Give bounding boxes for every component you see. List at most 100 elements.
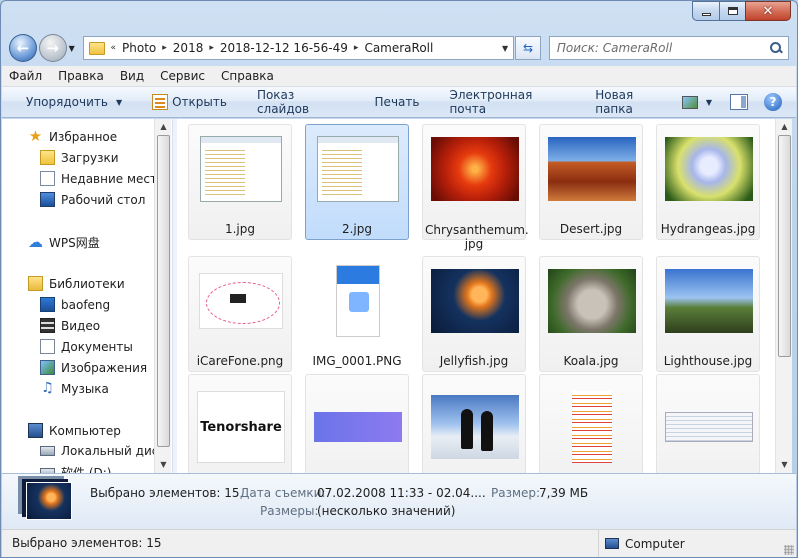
- breadcrumb-overflow[interactable]: «: [109, 43, 119, 53]
- file-item[interactable]: Koala.jpg: [539, 256, 643, 372]
- screenshot-thumbnail: [317, 136, 399, 202]
- scroll-up-icon[interactable]: ▲: [776, 119, 793, 135]
- cloud-icon: ☁: [28, 233, 43, 251]
- sidebar-item-libraries[interactable]: Библиотеки: [28, 276, 125, 291]
- slideshow-button[interactable]: Показ слайдов: [239, 88, 357, 116]
- menu-file[interactable]: Файл: [9, 69, 42, 83]
- preview-pane-icon[interactable]: [730, 94, 749, 110]
- forward-arrow-icon: →: [46, 39, 59, 57]
- help-icon[interactable]: ?: [764, 93, 783, 111]
- scrollbar-thumb[interactable]: [157, 135, 170, 447]
- breadcrumb-separator-icon[interactable]: ▸: [160, 43, 169, 53]
- back-button[interactable]: ←: [9, 34, 37, 62]
- file-name: 1.jpg: [224, 222, 256, 236]
- sidebar-item-documents[interactable]: Документы: [40, 339, 133, 354]
- date-taken-value[interactable]: 07.02.2008 11:33 - 02.04....: [317, 486, 486, 500]
- new-folder-button[interactable]: Новая папка: [577, 88, 682, 116]
- pictures-library-icon: [40, 360, 55, 375]
- dimensions-value[interactable]: (несколько значений): [317, 504, 455, 518]
- thumbnail: [314, 383, 402, 471]
- breadcrumb-date-folder[interactable]: 2018-12-12 16-56-49: [216, 41, 352, 55]
- file-item[interactable]: Chrysanthemum. jpg: [422, 124, 529, 251]
- refresh-button[interactable]: ⇆: [515, 36, 541, 60]
- print-button[interactable]: Печать: [357, 95, 432, 109]
- star-icon: ★: [28, 127, 43, 145]
- organize-button[interactable]: Упорядочить ▼: [2, 95, 134, 109]
- menu-view[interactable]: Вид: [120, 69, 144, 83]
- search-icon[interactable]: [770, 42, 782, 54]
- address-dropdown-icon[interactable]: ▼: [497, 44, 513, 53]
- thumbnail: [314, 265, 402, 337]
- sidebar-item-label: Избранное: [49, 129, 118, 144]
- resize-grip-icon[interactable]: [784, 545, 794, 555]
- close-icon: ✕: [762, 3, 774, 19]
- video-library-icon: [40, 318, 55, 333]
- breadcrumb-separator-icon[interactable]: ▸: [207, 43, 216, 53]
- menu-help[interactable]: Справка: [221, 69, 274, 83]
- file-item[interactable]: IMG_0001.PNG: [305, 256, 409, 372]
- file-item[interactable]: Desert.jpg: [539, 124, 643, 240]
- scroll-up-icon[interactable]: ▲: [155, 119, 172, 135]
- sidebar-item-baofeng[interactable]: baofeng: [40, 297, 110, 312]
- minimize-button[interactable]: [692, 1, 719, 21]
- sidebar-item-wps[interactable]: ☁ WPS网盘: [28, 234, 100, 251]
- file-item[interactable]: [305, 374, 409, 473]
- scrollbar-thumb[interactable]: [778, 135, 791, 357]
- file-item[interactable]: Lighthouse.jpg: [656, 256, 760, 372]
- file-item[interactable]: [539, 374, 643, 473]
- breadcrumb-photo[interactable]: Photo: [118, 41, 160, 55]
- sidebar-item-local-disk[interactable]: Локальный диск: [40, 444, 166, 458]
- sidebar-item-label: Компьютер: [49, 423, 121, 438]
- thumbnail: [548, 265, 636, 337]
- scroll-down-icon[interactable]: ▼: [776, 457, 793, 473]
- file-list-scrollbar[interactable]: ▲ ▼: [775, 119, 792, 473]
- sidebar-item-label: Музыка: [61, 381, 109, 396]
- documents-library-icon: [40, 339, 55, 354]
- file-item[interactable]: Hydrangeas.jpg: [656, 124, 760, 240]
- sidebar-item-desktop[interactable]: Рабочий стол: [40, 192, 145, 207]
- sidebar-item-music[interactable]: ♫ Музыка: [40, 381, 109, 396]
- maximize-button[interactable]: [719, 1, 745, 21]
- file-item[interactable]: [656, 374, 760, 473]
- sidebar-item-drive-d[interactable]: 软件 (D:): [40, 464, 111, 473]
- file-name: Chrysanthemum. jpg: [425, 223, 529, 251]
- organize-label: Упорядочить: [26, 95, 108, 109]
- sidebar-item-label: WPS网盘: [49, 236, 100, 250]
- menu-tools[interactable]: Сервис: [160, 69, 205, 83]
- tenorshare-logo-thumbnail: Tenorshare: [197, 391, 285, 463]
- sidebar-item-computer[interactable]: Компьютер: [28, 423, 121, 438]
- change-view-icon[interactable]: [681, 95, 698, 109]
- breadcrumb-cameraroll[interactable]: CameraRoll: [360, 41, 437, 55]
- menu-edit[interactable]: Правка: [58, 69, 104, 83]
- file-item[interactable]: Jellyfish.jpg: [422, 256, 526, 372]
- file-item[interactable]: 2.jpg: [305, 124, 409, 240]
- close-button[interactable]: ✕: [745, 1, 791, 21]
- penguins-image: [431, 395, 519, 459]
- address-bar[interactable]: « Photo ▸ 2018 ▸ 2018-12-12 16-56-49 ▸ C…: [82, 36, 515, 60]
- file-item[interactable]: Tenorshare: [188, 374, 292, 473]
- file-item[interactable]: [422, 374, 526, 473]
- sidebar-item-downloads[interactable]: Загрузки: [40, 150, 119, 165]
- size-value: 7,39 МБ: [539, 486, 589, 500]
- breadcrumb-separator-icon[interactable]: ▸: [352, 43, 361, 53]
- sidebar-item-favorites[interactable]: ★ Избранное: [28, 129, 117, 144]
- sidebar-item-video[interactable]: Видео: [40, 318, 100, 333]
- thumbnail: [548, 383, 636, 471]
- file-item[interactable]: iCareFone.png: [188, 256, 292, 372]
- forward-button[interactable]: →: [38, 34, 67, 62]
- search-input[interactable]: [556, 41, 757, 55]
- search-box[interactable]: [548, 36, 790, 60]
- file-item[interactable]: 1.jpg: [188, 124, 292, 240]
- selected-count: Выбрано элементов: 15: [90, 486, 240, 500]
- navigation-scrollbar[interactable]: ▲ ▼: [154, 119, 171, 473]
- email-button[interactable]: Электронная почта: [431, 88, 577, 116]
- breadcrumb-2018[interactable]: 2018: [169, 41, 208, 55]
- view-dropdown-icon[interactable]: ▼: [706, 98, 712, 107]
- sidebar-item-label: Рабочий стол: [61, 192, 146, 207]
- recent-pages-dropdown[interactable]: ▼: [69, 44, 79, 53]
- open-button[interactable]: Открыть: [134, 94, 239, 110]
- scroll-down-icon[interactable]: ▼: [155, 457, 172, 473]
- sidebar-item-recent[interactable]: Недавние места: [40, 171, 164, 186]
- back-arrow-icon: ←: [16, 39, 30, 57]
- sidebar-item-images[interactable]: Изображения: [40, 360, 147, 375]
